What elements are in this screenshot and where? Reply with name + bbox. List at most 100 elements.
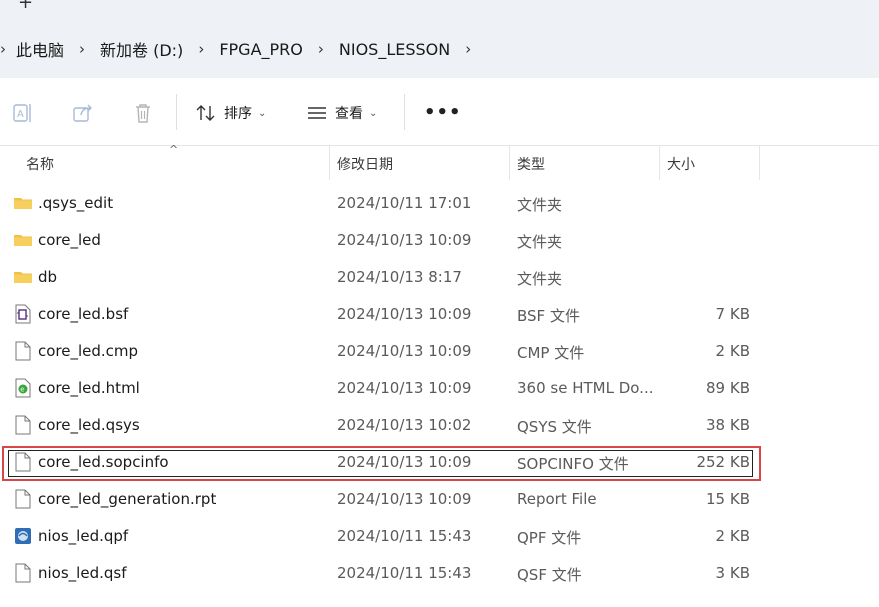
bsf-file-icon	[14, 304, 32, 324]
file-date: 2024/10/13 10:09	[337, 305, 472, 323]
file-date: 2024/10/13 10:09	[337, 490, 472, 508]
address-bar[interactable]: › 此电脑 › 新加卷 (D:) › FPGA_PRO › NIOS_LESSO…	[0, 20, 879, 78]
chevron-right-icon[interactable]: ›	[454, 40, 482, 58]
file-type: QSF 文件	[517, 566, 582, 584]
chevron-down-icon: ⌄	[369, 107, 378, 119]
breadcrumb-item-nios-lesson[interactable]: NIOS_LESSON	[335, 40, 454, 59]
file-row[interactable]: nios_led.qpf 2024/10/11 15:43 QPF 文件 2 KB	[0, 518, 879, 555]
column-divider[interactable]	[329, 146, 330, 180]
rename-icon[interactable]: A	[12, 102, 34, 124]
sort-ascending-icon: ^	[169, 143, 179, 156]
column-header-size[interactable]: 大小	[667, 154, 695, 174]
more-options-button[interactable]: •••	[424, 102, 462, 123]
view-list-icon	[308, 107, 326, 119]
file-icon	[14, 452, 32, 472]
toolbar-divider	[176, 94, 177, 130]
file-date: 2024/10/11 15:43	[337, 527, 472, 545]
view-label: 查看	[335, 106, 363, 122]
command-bar: A 排序 ⌄ 查看 ⌄ •••	[0, 78, 879, 146]
file-icon	[14, 415, 32, 435]
file-row[interactable]: .qsys_edit 2024/10/11 17:01 文件夹	[0, 185, 879, 222]
chevron-right-icon[interactable]: ›	[187, 40, 215, 58]
file-date: 2024/10/11 17:01	[337, 194, 472, 212]
file-date: 2024/10/13 10:09	[337, 342, 472, 360]
column-divider[interactable]	[759, 146, 760, 180]
qpf-file-icon	[14, 526, 32, 546]
file-type: 360 se HTML Do...	[517, 379, 654, 397]
new-tab-button[interactable]: +	[18, 0, 33, 13]
file-name[interactable]: core_led	[38, 231, 101, 249]
file-name[interactable]: core_led_generation.rpt	[38, 490, 216, 508]
file-size: 252 KB	[696, 453, 750, 471]
file-type: CMP 文件	[517, 344, 585, 362]
file-row[interactable]: db 2024/10/13 8:17 文件夹	[0, 259, 879, 296]
file-icon	[14, 563, 32, 583]
file-type: 文件夹	[517, 233, 563, 251]
svg-text:e: e	[20, 386, 24, 394]
html-file-icon: e	[14, 378, 32, 398]
column-divider[interactable]	[659, 146, 660, 180]
file-name[interactable]: core_led.bsf	[38, 305, 128, 323]
folder-icon	[14, 193, 32, 213]
file-date: 2024/10/13 8:17	[337, 268, 462, 286]
column-header-name[interactable]: 名称	[26, 154, 54, 174]
file-row[interactable]: nios_led.qsf 2024/10/11 15:43 QSF 文件 3 KB	[0, 555, 879, 592]
column-divider[interactable]	[509, 146, 510, 180]
file-date: 2024/10/11 15:43	[337, 564, 472, 582]
file-size: 89 KB	[706, 379, 750, 397]
file-row[interactable]: e core_led.html 2024/10/13 10:09 360 se HTM…	[0, 370, 879, 407]
file-type: 文件夹	[517, 270, 563, 288]
file-row[interactable]: core_led.sopcinfo 2024/10/13 10:09 SOPCINF…	[0, 444, 879, 481]
file-name[interactable]: core_led.qsys	[38, 416, 140, 434]
file-row[interactable]: core_led 2024/10/13 10:09 文件夹	[0, 222, 879, 259]
file-list: .qsys_edit 2024/10/11 17:01 文件夹 core_led 202…	[0, 185, 879, 592]
file-row[interactable]: core_led.cmp 2024/10/13 10:09 CMP 文件 2 KB	[0, 333, 879, 370]
file-size: 38 KB	[706, 416, 750, 434]
column-header-date[interactable]: 修改日期	[337, 154, 393, 174]
file-type: Report File	[517, 490, 597, 508]
file-row[interactable]: core_led_generation.rpt 2024/10/13 10:09 R…	[0, 481, 879, 518]
file-name[interactable]: nios_led.qsf	[38, 564, 126, 582]
chevron-right-icon[interactable]: ›	[68, 40, 96, 58]
breadcrumb-item-fpga-pro[interactable]: FPGA_PRO	[215, 40, 307, 59]
breadcrumb-item-this-pc[interactable]: 此电脑	[12, 37, 68, 61]
file-type: QPF 文件	[517, 529, 582, 547]
file-size: 7 KB	[715, 305, 750, 323]
file-date: 2024/10/13 10:09	[337, 231, 472, 249]
file-date: 2024/10/13 10:02	[337, 416, 472, 434]
file-row[interactable]: core_led.qsys 2024/10/13 10:02 QSYS 文件 38 K…	[0, 407, 879, 444]
sort-icon	[196, 105, 215, 121]
file-date: 2024/10/13 10:09	[337, 453, 472, 471]
breadcrumb: › 此电脑 › 新加卷 (D:) › FPGA_PRO › NIOS_LESSO…	[0, 37, 482, 61]
sort-label: 排序	[224, 106, 252, 122]
file-name[interactable]: nios_led.qpf	[38, 527, 128, 545]
file-size: 2 KB	[715, 342, 750, 360]
tab-strip: +	[0, 0, 879, 20]
trash-icon[interactable]	[132, 102, 154, 124]
breadcrumb-item-drive[interactable]: 新加卷 (D:)	[96, 37, 187, 61]
file-type: SOPCINFO 文件	[517, 455, 629, 473]
file-type: BSF 文件	[517, 307, 580, 325]
file-icon	[14, 489, 32, 509]
share-icon[interactable]	[72, 102, 94, 124]
file-icon	[14, 341, 32, 361]
folder-icon	[14, 267, 32, 287]
file-name[interactable]: core_led.sopcinfo	[38, 453, 169, 471]
file-name[interactable]: core_led.cmp	[38, 342, 138, 360]
svg-text:A: A	[17, 109, 24, 120]
file-name[interactable]: .qsys_edit	[38, 194, 113, 212]
file-type: QSYS 文件	[517, 418, 592, 436]
sort-button[interactable]: 排序 ⌄	[196, 102, 266, 124]
column-header-type[interactable]: 类型	[517, 154, 545, 174]
file-row[interactable]: core_led.bsf 2024/10/13 10:09 BSF 文件 7 KB	[0, 296, 879, 333]
file-name[interactable]: db	[38, 268, 57, 286]
file-date: 2024/10/13 10:09	[337, 379, 472, 397]
column-header-row: ^ 名称 修改日期 类型 大小	[0, 143, 879, 182]
file-size: 3 KB	[715, 564, 750, 582]
view-button[interactable]: 查看 ⌄	[307, 102, 377, 124]
file-size: 2 KB	[715, 527, 750, 545]
file-name[interactable]: core_led.html	[38, 379, 140, 397]
toolbar-divider	[404, 94, 405, 130]
chevron-right-icon[interactable]: ›	[0, 40, 12, 58]
chevron-right-icon[interactable]: ›	[307, 40, 335, 58]
